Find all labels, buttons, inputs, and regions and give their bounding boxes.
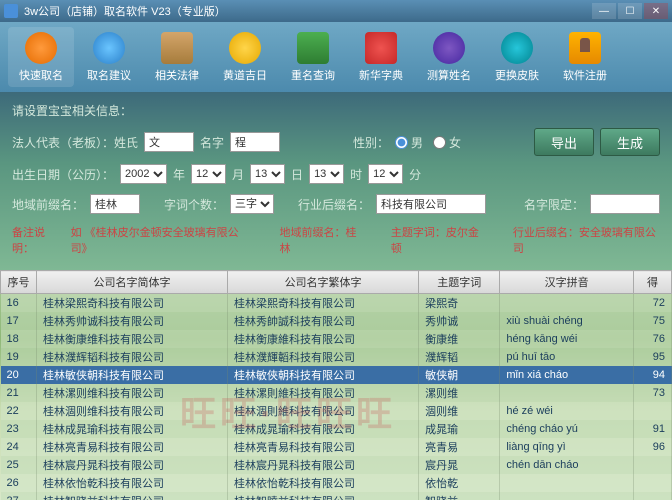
- toolbar-8[interactable]: 软件注册: [552, 27, 618, 87]
- toolbar-2[interactable]: 相关法律: [144, 27, 210, 87]
- charcount-label: 字词个数：: [164, 196, 224, 213]
- male-label: 男: [411, 134, 423, 151]
- region-label: 地域前缀名：: [12, 196, 84, 213]
- table-row[interactable]: 22桂林涸则维科技有限公司桂林涸則維科技有限公司涸则维hé zé wéi: [1, 402, 672, 420]
- note-example: 如 《桂林皮尔金顿安全玻璃有限公司》: [71, 224, 253, 256]
- note-prefix: 备注说明：: [12, 224, 65, 256]
- toolbar-icon-0: [25, 32, 57, 64]
- table-row[interactable]: 19桂林濮辉韬科技有限公司桂林濮輝韜科技有限公司濮辉韬pú huī tāo95: [1, 348, 672, 366]
- app-icon: [4, 4, 18, 18]
- toolbar-icon-3: [229, 32, 261, 64]
- given-label: 名字: [200, 134, 224, 151]
- gender-label: 性别：: [353, 134, 389, 151]
- year-select[interactable]: 2002: [120, 164, 167, 184]
- toolbar-icon-2: [161, 32, 193, 64]
- limit-label: 名字限定：: [524, 196, 584, 213]
- month-select[interactable]: 12: [191, 164, 226, 184]
- region-input[interactable]: [90, 194, 140, 214]
- table-row[interactable]: 16桂林梁熙奇科技有限公司桂林梁熙奇科技有限公司梁熙奇72: [1, 294, 672, 313]
- titlebar: 3w公司（店铺）取名软件 V23（专业版） — ☐ ✕: [0, 0, 672, 22]
- day-select[interactable]: 13: [250, 164, 285, 184]
- table-row[interactable]: 24桂林亮青易科技有限公司桂林亮青易科技有限公司亮青易liàng qīng yì…: [1, 438, 672, 456]
- suffix-input[interactable]: [376, 194, 486, 214]
- table-row[interactable]: 26桂林依怡乾科技有限公司桂林依怡乾科技有限公司依怡乾: [1, 474, 672, 492]
- birth-label: 出生日期（公历）：: [12, 166, 114, 183]
- note-suffix: 行业后缀名：安全玻璃有限公司: [513, 224, 660, 256]
- toolbar-icon-1: [93, 32, 125, 64]
- toolbar-4[interactable]: 重名查询: [280, 27, 346, 87]
- table-row[interactable]: 23桂林成晁瑜科技有限公司桂林成晁瑜科技有限公司成晁瑜chéng cháo yú…: [1, 420, 672, 438]
- toolbar-icon-7: [501, 32, 533, 64]
- toolbar-7[interactable]: 更换皮肤: [484, 27, 550, 87]
- close-button[interactable]: ✕: [644, 3, 668, 19]
- limit-input[interactable]: [590, 194, 660, 214]
- table-row[interactable]: 25桂林宸丹晁科技有限公司桂林宸丹晁科技有限公司宸丹晁chén dān cháo: [1, 456, 672, 474]
- toolbar-icon-5: [365, 32, 397, 64]
- export-button[interactable]: 导出: [534, 128, 594, 156]
- toolbar-icon-6: [433, 32, 465, 64]
- col-header-5[interactable]: 得: [634, 271, 672, 294]
- toolbar: 快速取名取名建议相关法律黄道吉日重名查询新华字典测算姓名更换皮肤软件注册: [0, 22, 672, 92]
- table-row[interactable]: 21桂林漯则维科技有限公司桂林漯則維科技有限公司漯则维73: [1, 384, 672, 402]
- col-header-3[interactable]: 主题字词: [419, 271, 500, 294]
- results-table-wrap: 旺旺·旺旺旺 序号公司名字简体字公司名字繁体字主题字词汉字拼音得 16桂林梁熙奇…: [0, 270, 672, 500]
- col-header-1[interactable]: 公司名字简体字: [37, 271, 228, 294]
- charcount-select[interactable]: 三字: [230, 194, 274, 214]
- toolbar-icon-8: [569, 32, 601, 64]
- surname-input[interactable]: [144, 132, 194, 152]
- female-label: 女: [449, 134, 461, 151]
- gender-male-radio[interactable]: [395, 136, 408, 149]
- toolbar-6[interactable]: 测算姓名: [416, 27, 482, 87]
- toolbar-5[interactable]: 新华字典: [348, 27, 414, 87]
- surname-label: 法人代表（老板）：姓氏: [12, 134, 138, 151]
- note-keyword: 主题字词：皮尔金顿: [391, 224, 486, 256]
- minute-select[interactable]: 12: [368, 164, 403, 184]
- given-input[interactable]: [230, 132, 280, 152]
- hour-select[interactable]: 13: [309, 164, 344, 184]
- results-table: 序号公司名字简体字公司名字繁体字主题字词汉字拼音得 16桂林梁熙奇科技有限公司桂…: [0, 270, 672, 500]
- gender-female-radio[interactable]: [433, 136, 446, 149]
- col-header-4[interactable]: 汉字拼音: [500, 271, 634, 294]
- generate-button[interactable]: 生成: [600, 128, 660, 156]
- table-row[interactable]: 17桂林秀帅诚科技有限公司桂林秀帥誠科技有限公司秀帅诚xiù shuài ché…: [1, 312, 672, 330]
- toolbar-icon-4: [297, 32, 329, 64]
- window-title: 3w公司（店铺）取名软件 V23（专业版）: [24, 3, 592, 19]
- toolbar-3[interactable]: 黄道吉日: [212, 27, 278, 87]
- hint-label: 请设置宝宝相关信息：: [12, 102, 132, 119]
- table-row[interactable]: 18桂林衡康维科技有限公司桂林衡康維科技有限公司衡康维héng kāng wéi…: [1, 330, 672, 348]
- col-header-0[interactable]: 序号: [1, 271, 37, 294]
- toolbar-1[interactable]: 取名建议: [76, 27, 142, 87]
- note-region: 地域前缀名：桂林: [280, 224, 364, 256]
- suffix-label: 行业后缀名：: [298, 196, 370, 213]
- maximize-button[interactable]: ☐: [618, 3, 642, 19]
- table-row[interactable]: 20桂林敏侠朝科技有限公司桂林敏俠朝科技有限公司敏侠朝mǐn xiá cháo9…: [1, 366, 672, 384]
- col-header-2[interactable]: 公司名字繁体字: [228, 271, 419, 294]
- toolbar-0[interactable]: 快速取名: [8, 27, 74, 87]
- minimize-button[interactable]: —: [592, 3, 616, 19]
- form-area: 请设置宝宝相关信息： 法人代表（老板）：姓氏 名字 性别： 男 女 导出 生成 …: [0, 92, 672, 270]
- table-row[interactable]: 27桂林智晓益科技有限公司桂林智曉益科技有限公司智晓益: [1, 492, 672, 500]
